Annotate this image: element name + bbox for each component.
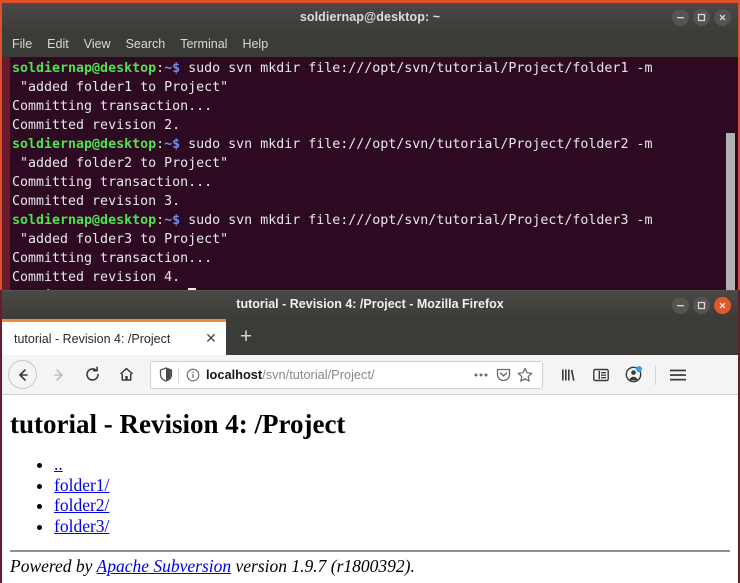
forward-button[interactable]: [42, 360, 75, 390]
terminal-line: soldiernap@desktop:~$ sudo svn mkdir fil…: [12, 135, 738, 154]
reload-button[interactable]: [76, 360, 109, 390]
terminal-prompt-user: soldiernap@desktop: [12, 61, 156, 76]
site-info-icon[interactable]: [184, 368, 202, 382]
firefox-navbar: localhost/svn/tutorial/Project/: [2, 355, 738, 395]
terminal-prompt-user: soldiernap@desktop: [12, 213, 156, 228]
directory-listing: ..folder1/folder2/folder3/: [54, 454, 738, 536]
menu-item-help[interactable]: Help: [242, 37, 268, 51]
footer-divider: [10, 550, 730, 552]
close-tab-icon[interactable]: ✕: [200, 328, 222, 350]
firefox-window-title: tutorial - Revision 4: /Project - Mozill…: [236, 297, 503, 311]
terminal-menubar: File Edit View Search Terminal Help: [2, 31, 738, 57]
tracking-protection-icon[interactable]: [156, 367, 176, 382]
terminal-output-area[interactable]: soldiernap@desktop:~$ sudo svn mkdir fil…: [2, 57, 738, 296]
apache-subversion-link[interactable]: Apache Subversion: [97, 556, 232, 576]
bookmark-star-icon[interactable]: [514, 367, 536, 383]
urlbar-divider: [178, 367, 179, 383]
page-footer: Powered by Apache Subversion version 1.9…: [10, 556, 415, 577]
terminal-prompt-path: ~$: [164, 213, 180, 228]
sidebar-icon[interactable]: [586, 360, 616, 390]
pocket-icon[interactable]: [492, 367, 514, 382]
terminal-scrollbar[interactable]: [726, 133, 735, 293]
page-actions-icon[interactable]: [470, 372, 492, 378]
list-item: ..: [54, 454, 738, 475]
terminal-command: sudo svn mkdir file:///opt/svn/tutorial/…: [180, 213, 652, 228]
firefox-tabbar: tutorial - Revision 4: /Project ✕ +: [2, 317, 738, 355]
terminal-line: Committed revision 3.: [12, 192, 738, 211]
terminal-prompt-path: ~$: [164, 61, 180, 76]
terminal-line: "added folder1 to Project": [12, 78, 738, 97]
terminal-prompt-sep: :: [156, 137, 164, 152]
terminal-line: Committing transaction...: [12, 249, 738, 268]
firefox-window: tutorial - Revision 4: /Project - Mozill…: [0, 290, 740, 583]
directory-link[interactable]: folder1/: [54, 475, 109, 495]
browser-tab-label: tutorial - Revision 4: /Project: [14, 332, 200, 346]
menu-item-edit[interactable]: Edit: [47, 37, 69, 51]
arrow-left-icon: [15, 367, 31, 383]
directory-link[interactable]: folder2/: [54, 495, 109, 515]
menu-item-search[interactable]: Search: [126, 37, 166, 51]
terminal-prompt-sep: :: [156, 61, 164, 76]
terminal-prompt-path: ~$: [164, 137, 180, 152]
list-item: folder2/: [54, 495, 738, 516]
terminal-title: soldiernap@desktop: ~: [300, 10, 440, 24]
minimize-icon[interactable]: [672, 9, 689, 26]
reload-icon: [84, 366, 101, 383]
terminal-line: "added folder3 to Project": [12, 230, 738, 249]
page-title: tutorial - Revision 4: /Project: [10, 409, 738, 440]
toolbar-divider: [655, 365, 656, 385]
terminal-line: soldiernap@desktop:~$ sudo svn mkdir fil…: [12, 59, 738, 78]
terminal-window-controls: [672, 9, 731, 26]
terminal-titlebar[interactable]: soldiernap@desktop: ~: [2, 3, 738, 31]
terminal-line: Committed revision 2.: [12, 116, 738, 135]
firefox-toolbar-right: [554, 360, 693, 390]
terminal-line: Committed revision 4.: [12, 268, 738, 287]
directory-link[interactable]: ..: [54, 454, 63, 474]
terminal-line: soldiernap@desktop:~$ sudo svn mkdir fil…: [12, 211, 738, 230]
directory-link[interactable]: folder3/: [54, 516, 109, 536]
hamburger-menu-icon[interactable]: [663, 360, 693, 390]
footer-prefix: Powered by: [10, 556, 97, 576]
url-text[interactable]: localhost/svn/tutorial/Project/: [202, 367, 470, 382]
terminal-line: Committing transaction...: [12, 173, 738, 192]
new-tab-button[interactable]: +: [226, 319, 266, 355]
account-notification-dot: [636, 366, 642, 372]
terminal-line: Committing transaction...: [12, 97, 738, 116]
terminal-command: sudo svn mkdir file:///opt/svn/tutorial/…: [180, 137, 652, 152]
home-icon: [118, 366, 135, 383]
library-icon[interactable]: [554, 360, 584, 390]
maximize-icon[interactable]: [693, 9, 710, 26]
page-content: tutorial - Revision 4: /Project ..folder…: [2, 395, 738, 583]
firefox-titlebar[interactable]: tutorial - Revision 4: /Project - Mozill…: [2, 290, 738, 317]
terminal-command: sudo svn mkdir file:///opt/svn/tutorial/…: [180, 61, 652, 76]
terminal-line: "added folder2 to Project": [12, 154, 738, 173]
footer-suffix: version 1.9.7 (r1800392).: [231, 556, 415, 576]
terminal-window: soldiernap@desktop: ~ File Edit View Sea…: [0, 0, 740, 293]
maximize-icon[interactable]: [693, 297, 710, 314]
list-item: folder1/: [54, 475, 738, 496]
close-icon[interactable]: [714, 9, 731, 26]
browser-tab[interactable]: tutorial - Revision 4: /Project ✕: [2, 319, 226, 355]
menu-item-view[interactable]: View: [84, 37, 111, 51]
list-item: folder3/: [54, 516, 738, 537]
terminal-prompt-user: soldiernap@desktop: [12, 137, 156, 152]
menu-item-terminal[interactable]: Terminal: [180, 37, 227, 51]
close-icon[interactable]: [714, 297, 731, 314]
back-button[interactable]: [8, 360, 37, 389]
account-icon[interactable]: [618, 360, 648, 390]
terminal-text: soldiernap@desktop:~$ sudo svn mkdir fil…: [12, 59, 738, 296]
address-bar[interactable]: localhost/svn/tutorial/Project/: [150, 361, 543, 389]
terminal-prompt-sep: :: [156, 213, 164, 228]
home-button[interactable]: [110, 360, 143, 390]
minimize-icon[interactable]: [672, 297, 689, 314]
arrow-right-icon: [51, 367, 67, 383]
menu-item-file[interactable]: File: [12, 37, 32, 51]
firefox-window-controls: [672, 297, 731, 314]
